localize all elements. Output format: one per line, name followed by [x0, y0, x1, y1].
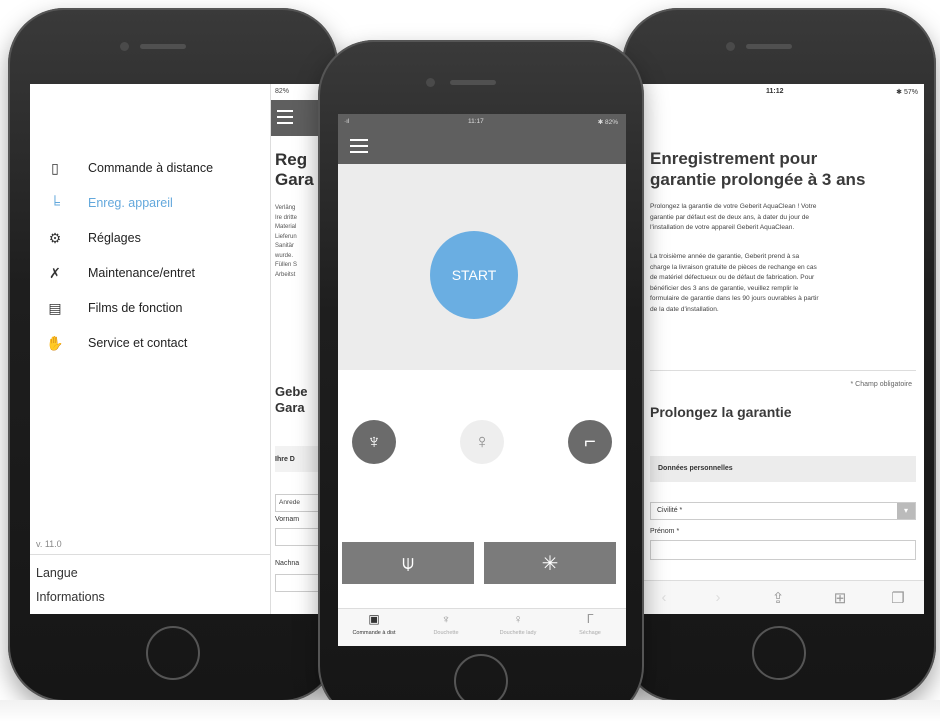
- speaker-grille: [450, 80, 496, 85]
- first-name-input[interactable]: [650, 540, 916, 560]
- nozzle-icon: ⍦: [402, 551, 414, 574]
- menu-item-register[interactable]: ╘ Enreg. appareil: [46, 191, 173, 215]
- details-paragraph: La troisième année de garantie, Geberit …: [650, 253, 819, 313]
- first-name-label: Vornam: [275, 516, 300, 523]
- left-screen: ▯ Commande à distance ╘ Enreg. appareil …: [30, 84, 338, 614]
- menu-item-remote[interactable]: ▯ Commande à distance: [46, 156, 213, 180]
- tab-lady-shower[interactable]: ♀ Douchette lady: [482, 609, 554, 646]
- menu-item-settings[interactable]: ⚙ Réglages: [46, 226, 141, 250]
- menu-item-label: Enreg. appareil: [88, 196, 173, 210]
- required-note: * Champ obligatoire: [850, 381, 912, 388]
- dryer-icon: ᒥ: [586, 612, 594, 626]
- first-name-label: Prénom *: [650, 528, 680, 535]
- menu-item-label: Commande à distance: [88, 161, 214, 175]
- tab-label: Séchage: [579, 630, 601, 636]
- menu-item-label: Réglages: [88, 231, 141, 245]
- form-title: Prolongez la garantie: [650, 404, 792, 420]
- tab-bar: ▣ Commande à dist ♆ Douchette ♀ Douchett…: [338, 608, 626, 646]
- tab-label: Douchette lady: [499, 630, 537, 636]
- home-button[interactable]: [146, 626, 200, 680]
- share-icon[interactable]: ⇪: [768, 589, 788, 607]
- dryer-icon: ⌐: [584, 430, 596, 453]
- divider: [30, 554, 270, 555]
- menu-item-films[interactable]: ▤ Films de fonction: [46, 296, 182, 320]
- info-link[interactable]: Informations: [36, 590, 105, 604]
- side-menu: ▯ Commande à distance ╘ Enreg. appareil …: [30, 84, 270, 614]
- left-phone: ▯ Commande à distance ╘ Enreg. appareil …: [8, 8, 338, 702]
- tabs-icon[interactable]: ❐: [888, 589, 908, 607]
- tab-dryer[interactable]: ᒥ Séchage: [554, 609, 626, 646]
- last-name-label: Nachna: [275, 560, 300, 567]
- chevron-down-icon: ▾: [897, 503, 915, 519]
- menu-item-label: Films de fonction: [88, 301, 183, 315]
- home-button[interactable]: [752, 626, 806, 680]
- start-button[interactable]: START: [430, 231, 518, 319]
- hamburger-menu-icon[interactable]: [350, 139, 368, 153]
- right-phone: 11:12 ✱ 57% Enregistrement pour garantie…: [622, 8, 936, 702]
- status-battery: ✱ 57%: [896, 89, 918, 96]
- menu-item-label: Maintenance/entret: [88, 266, 196, 280]
- person-icon: ♀: [513, 612, 523, 626]
- app-header: [338, 130, 626, 164]
- form-title: Gebe Gara: [275, 384, 308, 415]
- forward-arrow-icon[interactable]: ›: [708, 589, 728, 606]
- spray-mode-button[interactable]: ♆: [352, 420, 396, 464]
- tab-shower[interactable]: ♆ Douchette: [410, 609, 482, 646]
- version-label: v. 11.0: [36, 539, 62, 549]
- fan-icon: ✳: [541, 552, 559, 575]
- menu-item-maintenance[interactable]: ✗ Maintenance/entret: [46, 261, 195, 285]
- camera-icon: [426, 78, 435, 87]
- civility-select[interactable]: Civilité * ▾: [650, 502, 916, 520]
- section-header: Données personnelles: [650, 456, 916, 482]
- status-time: 11:17: [468, 118, 484, 125]
- gear-icon: ⚙: [48, 229, 62, 246]
- camera-icon: [120, 42, 129, 51]
- status-bar: 11:12 ✱ 57%: [636, 84, 924, 100]
- nozzle-position-button[interactable]: ⍦: [342, 542, 474, 584]
- bookmarks-icon[interactable]: ⊞: [830, 589, 850, 607]
- page-text: Verläng Ire dritte Material Lieferun San…: [275, 205, 298, 278]
- speaker-grille: [140, 44, 186, 49]
- tab-remote-control[interactable]: ▣ Commande à dist: [338, 609, 410, 646]
- tab-label: Commande à dist: [352, 630, 396, 636]
- toilet-icon: ╘: [50, 195, 60, 211]
- tools-icon: ✗: [49, 264, 61, 281]
- middle-screen: ·ıl 11:17 ✱ 82% START ♆ ♀ ⌐ ⍦ ✳ ▣ Comman…: [338, 114, 626, 646]
- spray-icon: ♆: [366, 430, 382, 453]
- dryer-mode-button[interactable]: ⌐: [568, 420, 612, 464]
- page-title: Reg Gara: [275, 150, 314, 189]
- camera-icon: [726, 42, 735, 51]
- tab-label: Douchette: [433, 630, 459, 636]
- status-battery: ✱ 82%: [597, 119, 618, 126]
- status-time: 11:12: [766, 88, 784, 95]
- intro-paragraph: Prolongez la garantie de votre Geberit A…: [650, 203, 817, 231]
- menu-item-service[interactable]: ✋ Service et contact: [46, 331, 187, 355]
- language-link[interactable]: Langue: [36, 566, 78, 580]
- person-icon: ♀: [474, 430, 490, 453]
- fan-button[interactable]: ✳: [484, 542, 616, 584]
- signal-icon: ·ıl: [344, 118, 350, 125]
- right-screen: 11:12 ✱ 57% Enregistrement pour garantie…: [636, 84, 924, 614]
- handshake-icon: ✋: [46, 334, 64, 351]
- hamburger-menu-icon[interactable]: [277, 110, 293, 124]
- floor-reflection: [0, 700, 940, 722]
- lady-mode-button[interactable]: ♀: [460, 420, 504, 464]
- middle-phone: ·ıl 11:17 ✱ 82% START ♆ ♀ ⌐ ⍦ ✳ ▣ Comman…: [318, 40, 644, 722]
- spray-icon: ♆: [441, 612, 451, 626]
- start-panel: START: [338, 164, 626, 370]
- page-title: Enregistrement pour garantie prolongée à…: [650, 149, 866, 189]
- speaker-grille: [746, 44, 792, 49]
- back-arrow-icon[interactable]: ‹: [654, 589, 674, 606]
- film-icon: ▤: [48, 299, 62, 316]
- status-bar: ·ıl 11:17 ✱ 82%: [338, 114, 626, 130]
- menu-item-label: Service et contact: [88, 336, 188, 350]
- remote-icon: ▯: [51, 159, 59, 176]
- remote-icon: ▣: [368, 612, 380, 626]
- browser-toolbar: ‹ › ⇪ ⊞ ❐: [636, 580, 924, 614]
- civility-select-value: Civilité *: [657, 507, 683, 514]
- divider: [650, 370, 916, 371]
- section-label: Ihre D: [275, 456, 295, 463]
